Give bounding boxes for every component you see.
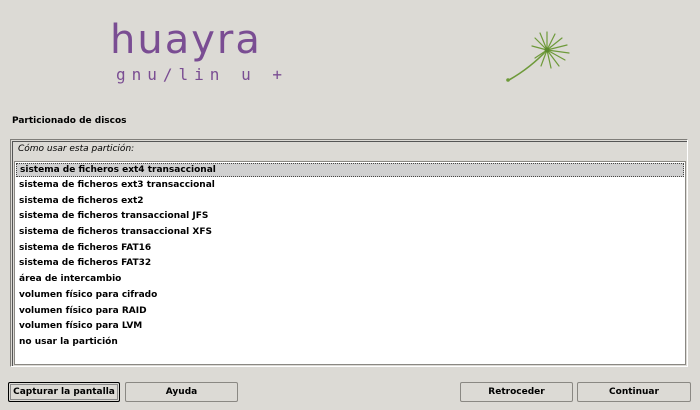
list-item[interactable]: volumen físico para cifrado <box>16 288 684 302</box>
list-item[interactable]: sistema de ficheros transaccional JFS <box>16 209 684 223</box>
list-item[interactable]: sistema de ficheros ext3 transaccional <box>16 178 684 192</box>
back-button[interactable]: Retroceder <box>460 382 573 402</box>
page-title: Particionado de discos <box>12 116 127 126</box>
brand-logo-subtitle: gnu/lin u + <box>116 65 288 84</box>
partition-use-list[interactable]: sistema de ficheros ext4 transaccional s… <box>14 161 686 365</box>
list-item[interactable]: sistema de ficheros transaccional XFS <box>16 225 684 239</box>
list-item[interactable]: sistema de ficheros ext4 transaccional <box>16 163 684 177</box>
brand-logo-text: huayra <box>110 17 262 63</box>
list-item[interactable]: área de intercambio <box>16 272 684 286</box>
list-item[interactable]: sistema de ficheros FAT32 <box>16 256 684 270</box>
list-item[interactable]: sistema de ficheros FAT16 <box>16 241 684 255</box>
list-item[interactable]: no usar la partición <box>16 335 684 349</box>
question-label: Cómo usar esta partición: <box>18 144 135 154</box>
list-item[interactable]: volumen físico para RAID <box>16 304 684 318</box>
screenshot-button[interactable]: Capturar la pantalla <box>8 382 120 402</box>
list-item[interactable]: volumen físico para LVM <box>16 319 684 333</box>
installer-header: huayra gnu/lin u + <box>0 0 700 108</box>
continue-button[interactable]: Continuar <box>577 382 691 402</box>
dandelion-icon <box>506 31 570 82</box>
list-item[interactable]: sistema de ficheros ext2 <box>16 194 684 208</box>
help-button[interactable]: Ayuda <box>125 382 238 402</box>
